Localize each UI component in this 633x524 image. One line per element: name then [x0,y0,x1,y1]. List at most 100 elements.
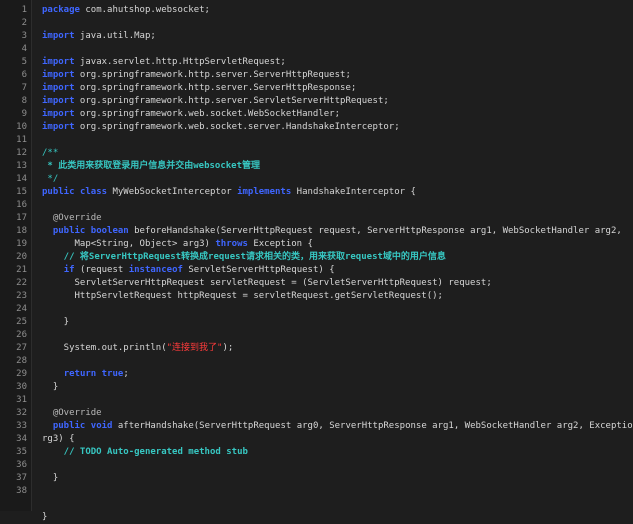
code-line[interactable]: 25 } [0,316,633,329]
code-token: // 将ServerHttpRequest转换成request请求相关的类，用来… [42,252,446,262]
line-code: } [42,511,47,524]
code-token: */ [42,174,59,184]
line-code: import org.springframework.http.server.S… [42,82,356,95]
code-line[interactable]: 6 import org.springframework.http.server.… [0,69,633,82]
line-code: } [42,381,58,394]
line-code: * 此类用来获取登录用户信息并交由websocket管理 [42,160,260,173]
line-number: 33 [16,421,27,431]
code-token: beforeHandshake(ServerHttpRequest reques… [128,226,622,236]
line-number: 20 [16,252,27,262]
code-line[interactable]: 12 /** [0,147,633,160]
code-line[interactable]: 29 return true; [0,368,633,381]
code-line[interactable]: 20 // 将ServerHttpRequest转换成request请求相关的类… [0,251,633,264]
code-token: ; [123,369,129,379]
code-token: * 此类用来获取登录用户信息并交由websocket管理 [42,161,261,171]
code-token: afterHandshake(ServerHttpRequest arg0, S… [112,421,633,431]
line-code: import org.springframework.web.socket.se… [42,121,400,134]
code-line[interactable]: 2 [0,17,633,30]
code-token: Exception { [247,239,313,249]
code-token: ); [222,343,234,353]
code-token: rg3) { [42,434,75,444]
line-number: 5 [21,57,27,67]
code-token: throws [215,239,248,249]
code-line[interactable]: 24 [0,303,633,316]
line-number: 38 [16,486,27,496]
code-token: MyWebSocketInterceptor [107,187,238,197]
line-number: 3 [21,31,27,41]
code-token: if [63,265,75,275]
code-line[interactable]: 36 [0,459,633,472]
code-line[interactable]: 33 public void afterHandshake(ServerHttp… [0,420,633,433]
line-code: HttpServletRequest httpRequest = servlet… [42,290,443,303]
code-line[interactable]: 19 Map<String, Object> arg3) throws Exce… [0,238,633,251]
code-line[interactable]: 37 } [0,472,633,485]
code-token: org.springframework.web.socket.server.Ha… [74,122,400,132]
code-token: @Override [42,408,102,418]
code-token: org.springframework.http.server.ServerHt… [74,70,351,80]
code-line[interactable]: 15 public class MyWebSocketInterceptor im… [0,186,633,199]
line-number: 2 [21,18,27,28]
code-line[interactable]: 5 import javax.servlet.http.HttpServletRe… [0,56,633,69]
code-token: implements [237,187,292,197]
code-line[interactable]: 38 [0,485,633,498]
code-line[interactable]: 22 ServletServerHttpRequest servletReque… [0,277,633,290]
code-line[interactable]: 17 @Override [0,212,633,225]
code-line[interactable]: 8 import org.springframework.http.server.… [0,95,633,108]
line-number: 4 [21,44,27,54]
line-number: 31 [16,395,27,405]
line-number: 29 [16,369,27,379]
line-code: } [42,316,69,329]
line-number: 11 [16,135,27,145]
code-token: public [42,187,75,197]
line-number: 17 [16,213,27,223]
code-line[interactable]: 35 // TODO Auto-generated method stub [0,446,633,459]
code-editor[interactable]: 1 package com.ahutshop.websocket; 2 3 import… [0,0,633,522]
line-number: 22 [16,278,27,288]
code-token: import [42,83,75,93]
line-number: 6 [21,70,27,80]
code-token: instanceof [128,265,183,275]
code-token: public [52,421,86,431]
code-token: } [42,382,59,392]
code-line[interactable]: 18 public boolean beforeHandshake(Server… [0,225,633,238]
line-number: 23 [16,291,27,301]
line-code: /** [42,147,58,160]
code-token: import [42,122,75,132]
code-line[interactable]: 34 rg3) { [0,433,633,446]
code-token: import [42,96,75,106]
line-code: @Override [42,212,102,225]
code-line[interactable]: 23 HttpServletRequest httpRequest = serv… [0,290,633,303]
code-line[interactable]: 28 [0,355,633,368]
code-line[interactable]: 13 * 此类用来获取登录用户信息并交由websocket管理 [0,160,633,173]
code-token: class [79,187,108,197]
code-line[interactable]: 30 } [0,381,633,394]
code-line[interactable]: 7 import org.springframework.http.server.… [0,82,633,95]
line-number: 25 [16,317,27,327]
code-token: (request [74,265,129,275]
code-line[interactable]: 32 @Override [0,407,633,420]
line-number: 18 [16,226,27,236]
code-line[interactable]: 27 System.out.println("连接到我了"); [0,342,633,355]
code-line[interactable]: 31 [0,394,633,407]
code-token: import [42,31,75,41]
code-token: return [63,369,97,379]
code-line[interactable]: 9 import org.springframework.web.socket.W… [0,108,633,121]
code-token: /** [42,148,59,158]
line-code: @Override [42,407,102,420]
code-line[interactable]: } [0,511,633,524]
line-number: 16 [16,200,27,210]
line-code: public boolean beforeHandshake(ServerHtt… [42,225,622,238]
code-line[interactable]: 3 import java.util.Map; [0,30,633,43]
code-line[interactable]: 1 package com.ahutshop.websocket; [0,4,633,17]
code-line[interactable]: 16 [0,199,633,212]
code-line[interactable]: 4 [0,43,633,56]
code-line[interactable] [0,498,633,511]
code-token: ServletServerHttpRequest) { [182,265,335,275]
code-line[interactable]: 11 [0,134,633,147]
code-line[interactable]: 10 import org.springframework.web.socket.… [0,121,633,134]
code-token: ServletServerHttpRequest servletRequest … [42,278,492,288]
code-line[interactable]: 26 [0,329,633,342]
code-line[interactable]: 14 */ [0,173,633,186]
code-line[interactable]: 21 if (request instanceof ServletServerH… [0,264,633,277]
line-number: 24 [16,304,27,314]
